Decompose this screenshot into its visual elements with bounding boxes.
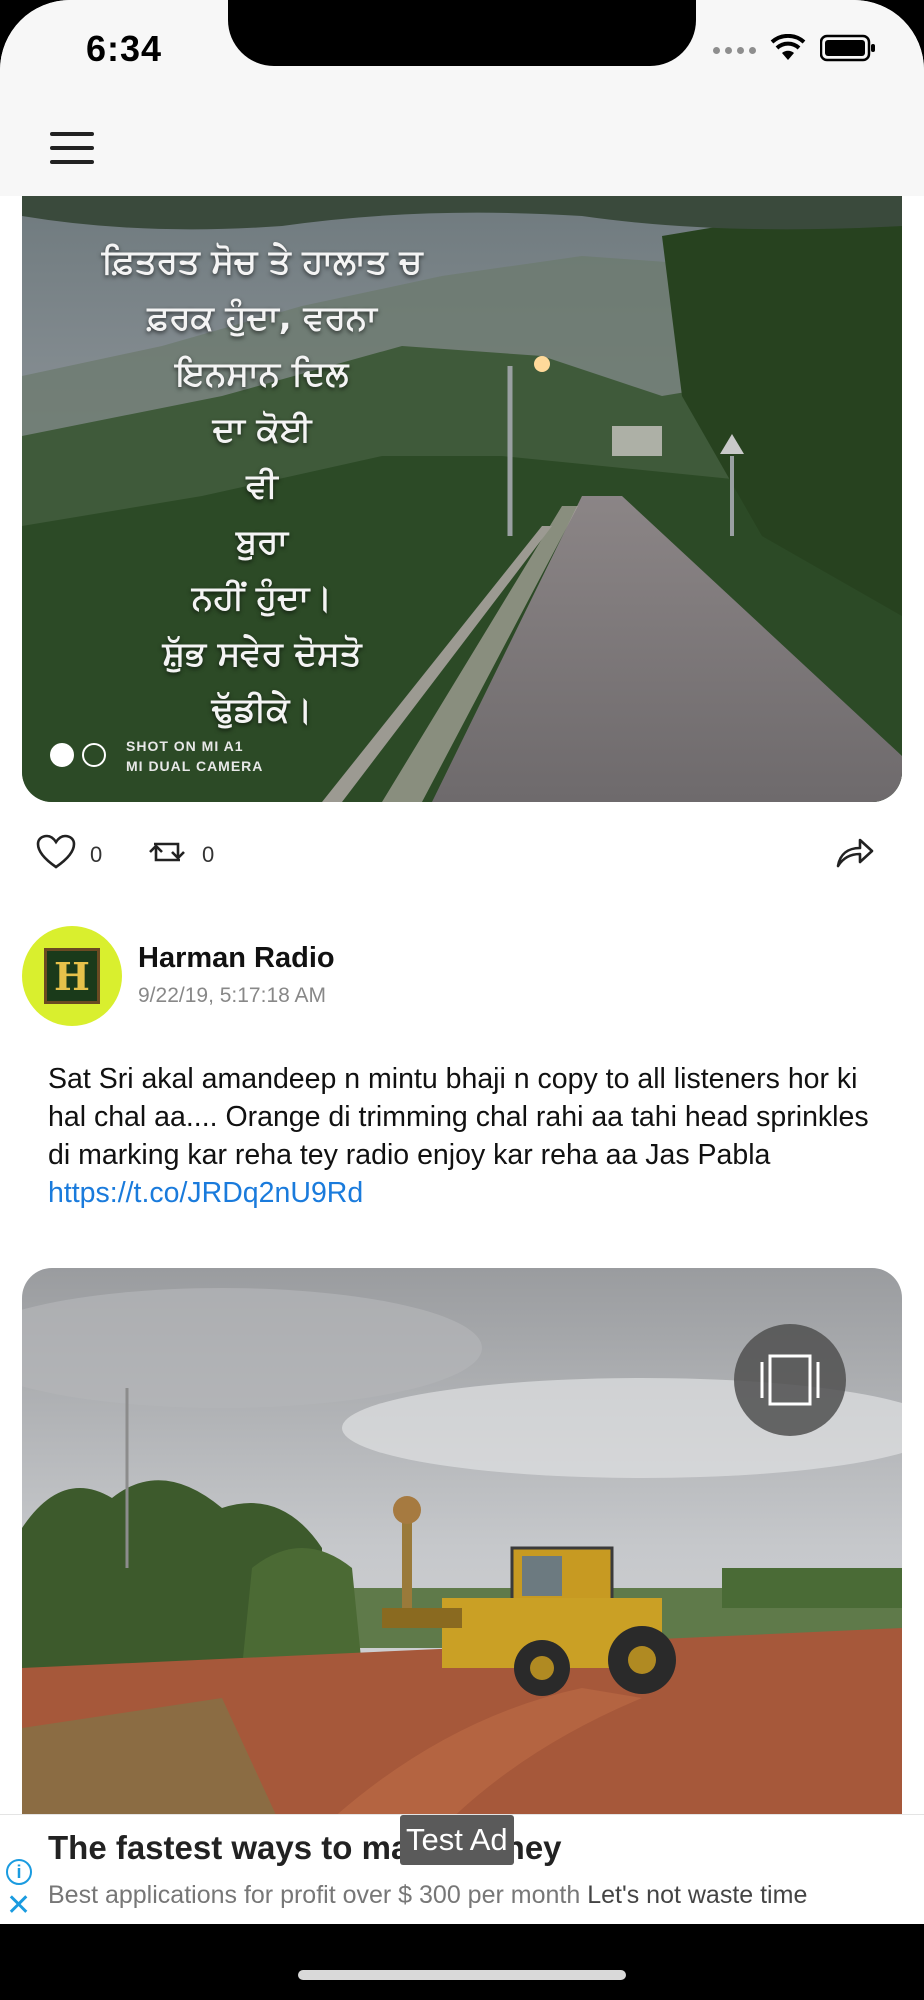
like-button[interactable]: 0 xyxy=(36,834,102,875)
caption-line: ਫ਼ਰਕ ਹੁੰਦਾ, ਵਰਨਾ xyxy=(147,298,377,338)
watermark-line: SHOT ON MI A1 xyxy=(126,738,244,754)
close-icon[interactable]: ✕ xyxy=(6,1891,31,1921)
post-image[interactable] xyxy=(22,1268,902,1814)
gallery-button[interactable] xyxy=(734,1324,846,1436)
carousel-dot-active[interactable] xyxy=(50,743,74,767)
watermark-line: MI DUAL CAMERA xyxy=(126,758,264,774)
caption-line: ਦਾ ਕੋਈ xyxy=(212,410,312,450)
post-body: Sat Sri akal amandeep n mintu bhaji n co… xyxy=(48,1063,869,1171)
app-screen: ਫ਼ਿਤਰਤ ਸੋਚ ਤੇ ਹਾਲਾਤ ਚ ਫ਼ਰਕ ਹੁੰਦਾ, ਵਰਨਾ ਇ… xyxy=(0,0,924,1924)
status-time: 6:34 xyxy=(86,28,163,69)
wifi-icon xyxy=(770,33,806,67)
status-bar: 6:34 xyxy=(0,0,924,100)
ad-subtitle-text: Best applications for profit over $ 300 … xyxy=(48,1881,588,1909)
like-count: 0 xyxy=(90,841,103,867)
post-image[interactable]: ਫ਼ਿਤਰਤ ਸੋਚ ਤੇ ਹਾਲਾਤ ਚ ਫ਼ਰਕ ਹੁੰਦਾ, ਵਰਨਾ ਇ… xyxy=(22,196,902,802)
ad-banner[interactable]: The fastest ways to make money Test Ad B… xyxy=(0,1814,924,1924)
caption-line: ਵੀ xyxy=(246,466,278,506)
menu-icon[interactable] xyxy=(50,132,94,166)
cellular-signal-icon xyxy=(713,47,756,54)
gallery-icon xyxy=(760,1354,820,1406)
device-notch xyxy=(228,0,696,66)
navigation-bar xyxy=(0,100,924,196)
test-ad-badge: Test Ad xyxy=(400,1815,514,1865)
post-actions: 0 0 xyxy=(0,826,924,886)
ad-cta[interactable]: Let's not waste time xyxy=(587,1881,807,1909)
share-icon xyxy=(834,834,876,875)
retweet-count: 0 xyxy=(202,841,215,867)
feed[interactable]: ਫ਼ਿਤਰਤ ਸੋਚ ਤੇ ਹਾਲਾਤ ਚ ਫ਼ਰਕ ਹੁੰਦਾ, ਵਰਨਾ ਇ… xyxy=(0,196,924,1814)
home-indicator[interactable] xyxy=(298,1970,626,1980)
heart-icon xyxy=(36,834,76,875)
caption-line: ਸ਼ੁੱਭ ਸਵੇਰ ਦੋਸਤੋ xyxy=(162,634,362,674)
caption-line: ਢੁੱਡੀਕੇ। xyxy=(211,690,313,730)
caption-line: ਫ਼ਿਤਰਤ ਸੋਚ ਤੇ ਹਾਲਾਤ ਚ xyxy=(101,242,423,282)
avatar-logo: H xyxy=(44,948,100,1004)
post-text: Sat Sri akal amandeep n mintu bhaji n co… xyxy=(48,1060,898,1212)
carousel-dot[interactable] xyxy=(82,743,106,767)
author-name[interactable]: Harman Radio xyxy=(138,942,335,975)
post-link[interactable]: https://t.co/JRDq2nU9Rd xyxy=(48,1177,363,1209)
camera-watermark: SHOT ON MI A1 MI DUAL CAMERA xyxy=(126,736,263,776)
share-button[interactable] xyxy=(834,834,876,875)
caption-line: ਬੁਰਾ xyxy=(235,522,289,562)
carousel-dots[interactable] xyxy=(50,743,106,767)
retweet-button[interactable]: 0 xyxy=(146,834,214,875)
info-icon[interactable]: i xyxy=(6,1859,32,1885)
status-icons xyxy=(713,33,876,67)
caption-line: ਇਨਸਾਨ ਦਿਲ xyxy=(175,354,349,394)
image-caption: ਫ਼ਿਤਰਤ ਸੋਚ ਤੇ ਹਾਲਾਤ ਚ ਫ਼ਰਕ ਹੁੰਦਾ, ਵਰਨਾ ਇ… xyxy=(22,234,502,738)
post-timestamp: 9/22/19, 5:17:18 AM xyxy=(138,984,326,1007)
battery-icon xyxy=(819,34,876,67)
retweet-icon xyxy=(146,834,188,875)
ad-subtitle[interactable]: Best applications for profit over $ 300 … xyxy=(48,1881,807,1910)
caption-line: ਨਹੀਂ ਹੁੰਦਾ। xyxy=(191,578,333,618)
avatar[interactable]: H xyxy=(22,926,122,1026)
